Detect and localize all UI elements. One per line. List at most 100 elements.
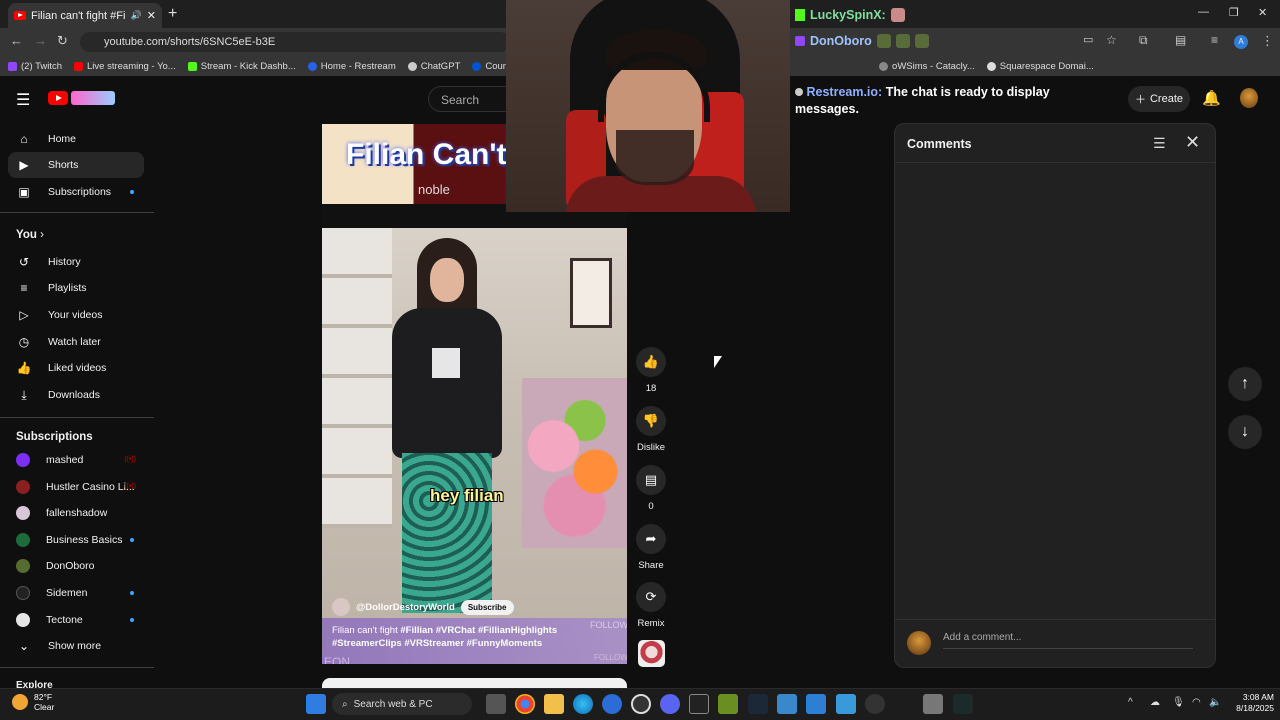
channel-avatar: [16, 480, 30, 494]
comment-count: 0: [648, 501, 654, 512]
subscription-donoboro[interactable]: DonOboro: [8, 553, 144, 579]
bookmark-chatgpt[interactable]: ChatGPT: [407, 61, 460, 72]
new-content-dot: [130, 618, 134, 622]
volume-icon[interactable]: 🔈: [1209, 697, 1221, 708]
extensions-icon[interactable]: ⧉: [1139, 33, 1148, 48]
obs-icon[interactable]: [631, 694, 651, 714]
steam-icon[interactable]: [748, 694, 768, 714]
channel-avatar: [16, 506, 30, 520]
account-avatar[interactable]: [1240, 88, 1258, 108]
taskbar-clock[interactable]: 3:08 AM 8/18/2025: [1228, 692, 1274, 714]
minimize-icon[interactable]: —: [1198, 6, 1209, 18]
subscription-mashed[interactable]: mashed ((•)): [8, 447, 144, 473]
task-view-icon[interactable]: [486, 694, 506, 714]
forward-icon[interactable]: →: [34, 33, 47, 48]
wall-poster: [570, 258, 612, 328]
reload-icon[interactable]: ↻: [57, 33, 68, 49]
edge-icon[interactable]: [573, 694, 593, 714]
show-more-button[interactable]: ⌄ Show more: [8, 633, 144, 659]
subscription-sidemen[interactable]: Sidemen: [8, 580, 144, 606]
youtube-logo[interactable]: [48, 91, 115, 105]
bookmark-star-icon[interactable]: ☆: [1106, 33, 1117, 47]
bookmark-twitch[interactable]: (2) Twitch: [8, 61, 62, 72]
next-short-preview[interactable]: [322, 678, 627, 688]
app-icon[interactable]: [923, 694, 943, 714]
channel-avatar[interactable]: [332, 598, 350, 616]
new-tab-button[interactable]: +: [168, 5, 177, 23]
comments-button[interactable]: ▤ 0: [636, 465, 666, 512]
discord-icon[interactable]: [660, 694, 680, 714]
chrome-icon[interactable]: [515, 694, 535, 714]
subscription-fallenshadow[interactable]: fallenshadow: [8, 500, 144, 526]
browser-tab[interactable]: Filian can't fight #Fillian #V 🔊 ✕: [8, 3, 162, 28]
short-title[interactable]: Filian can't fight #Fillian #VRChat #Fil…: [332, 624, 592, 650]
channel-name[interactable]: @DollorDestoryWorld: [356, 602, 455, 613]
sidebar-item-your-videos[interactable]: ▷ Your videos: [8, 302, 144, 328]
app-icon[interactable]: [602, 694, 622, 714]
sidebar-item-history[interactable]: ↺ History: [8, 249, 144, 275]
kick-icon: [187, 61, 197, 71]
subscription-tectone[interactable]: Tectone: [8, 607, 144, 633]
app-icon[interactable]: [806, 694, 826, 714]
notifications-bell-icon[interactable]: 🔔: [1202, 89, 1221, 107]
app-icon[interactable]: [865, 694, 885, 714]
divider: [895, 162, 1215, 163]
next-short-button[interactable]: ↓: [1228, 415, 1262, 449]
back-icon[interactable]: ←: [10, 33, 23, 48]
share-label: Share: [638, 560, 664, 571]
notepad-icon[interactable]: [836, 694, 856, 714]
share-icon: ➦: [636, 524, 666, 554]
close-icon[interactable]: ✕: [1185, 132, 1200, 153]
sidebar-item-subscriptions[interactable]: ▣ Subscriptions: [8, 179, 144, 205]
share-button[interactable]: ➦ Share: [636, 524, 666, 571]
create-button[interactable]: ＋ Create: [1128, 86, 1190, 112]
playlists-icon: ≡: [20, 281, 28, 295]
app-icon[interactable]: [718, 694, 738, 714]
sidebar-item-liked-videos[interactable]: 👍 Liked videos: [8, 355, 144, 381]
subscription-business-basics[interactable]: Business Basics: [8, 527, 144, 553]
search-input[interactable]: Search: [428, 86, 508, 112]
mute-tab-icon[interactable]: 🔊: [131, 10, 142, 21]
subscriptions-section-title: Subscriptions: [16, 431, 93, 443]
bookmark-kick[interactable]: Stream - Kick Dashb...: [187, 61, 296, 72]
remix-button[interactable]: ⟳ Remix: [636, 582, 666, 629]
address-bar[interactable]: youtube.com/shorts/6SNC5eE-b3E: [80, 32, 510, 52]
subscribe-button[interactable]: Subscribe: [460, 599, 514, 615]
sidebar-item-shorts[interactable]: ▶ Shorts: [8, 152, 144, 178]
start-windows-icon[interactable]: [306, 694, 326, 714]
sort-icon[interactable]: ☰: [1153, 135, 1166, 152]
sound-thumbnail[interactable]: [638, 640, 665, 667]
bookmark-youtube-studio[interactable]: Live streaming - Yo...: [74, 61, 176, 72]
epic-games-icon[interactable]: [689, 694, 709, 714]
profile-icon[interactable]: A: [1234, 35, 1248, 49]
you-section-title[interactable]: You ›: [16, 229, 44, 241]
media-icon[interactable]: ≡: [1211, 33, 1218, 47]
close-tab-icon[interactable]: ✕: [147, 9, 156, 22]
like-button[interactable]: 👍 18: [636, 347, 666, 394]
wifi-icon[interactable]: ◠: [1192, 697, 1201, 708]
previous-short-button[interactable]: ↑: [1228, 367, 1262, 401]
cloud-icon[interactable]: ☁: [1150, 697, 1160, 708]
side-panel-icon[interactable]: ▤: [1175, 33, 1186, 47]
comments-title: Comments: [907, 137, 972, 151]
sidebar-item-playlists[interactable]: ≡ Playlists: [8, 275, 144, 301]
file-explorer-icon[interactable]: [544, 694, 564, 714]
weather-widget[interactable]: 82°F Clear: [12, 692, 54, 712]
tray-chevron-icon[interactable]: ^: [1128, 697, 1133, 708]
menu-kebab-icon[interactable]: ⋮: [1261, 33, 1274, 49]
taskbar-search[interactable]: ⌕ Search web & PC: [332, 693, 472, 715]
subscription-hustler-casino[interactable]: Hustler Casino Li... ((•)): [8, 474, 144, 500]
terminal-icon[interactable]: [953, 694, 973, 714]
bookmark-restream[interactable]: Home - Restream: [307, 61, 396, 72]
photos-icon[interactable]: [777, 694, 797, 714]
sidebar-item-home[interactable]: ⌂ Home: [8, 126, 144, 152]
microphone-icon[interactable]: 🎙: [1172, 697, 1185, 708]
add-comment-input[interactable]: Add a comment...: [943, 632, 1021, 643]
sidebar-item-watch-later[interactable]: ◷ Watch later: [8, 329, 144, 355]
chevron-down-icon: ⌄: [18, 639, 30, 653]
sidebar-item-downloads[interactable]: ⤓ Downloads: [8, 382, 144, 408]
dislike-button[interactable]: 👎 Dislike: [636, 406, 666, 453]
maximize-icon[interactable]: ❐: [1229, 6, 1239, 19]
close-window-icon[interactable]: ✕: [1258, 6, 1267, 19]
guide-menu-icon[interactable]: ☰: [16, 90, 30, 110]
